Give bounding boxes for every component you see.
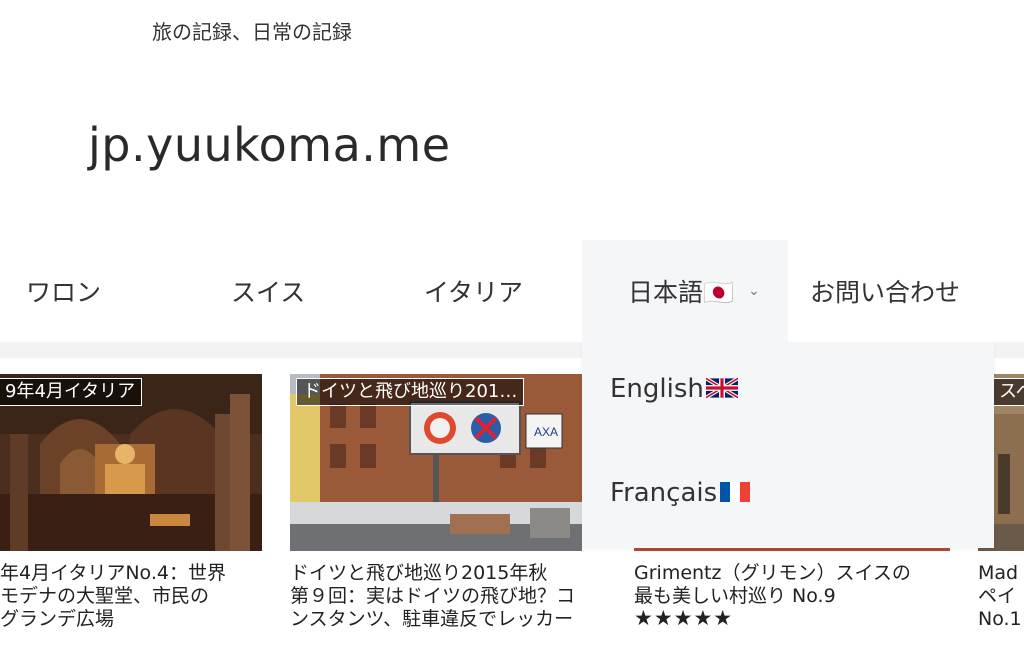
post-title-line: 年4月イタリアNo.4：世界 — [0, 562, 226, 584]
post-title-line: ペイ — [978, 585, 1017, 607]
post-title-line: ドイツと飛び地巡り2015年秋 — [290, 562, 548, 584]
post-title-line: No.1 — [978, 608, 1022, 630]
post-title-line: Grimentz（グリモン）スイスの — [634, 562, 911, 584]
nav-item-switzerland[interactable]: スイス — [231, 240, 305, 342]
uk-flag-icon — [704, 375, 739, 405]
nav-item-language[interactable]: 日本語🇯🇵 ⌄ — [582, 240, 788, 342]
post-thumbnail[interactable]: AXA ドイツと飛び地巡り201… — [290, 374, 582, 551]
nav-item-contact[interactable]: お問い合わせ — [810, 240, 960, 342]
post-title[interactable]: Grimentz（グリモン）スイスの 最も美しい村巡り No.9 — [634, 562, 950, 608]
post-title[interactable]: ドイツと飛び地巡り2015年秋 第９回：実はドイツの飛び地？コ ンスタンツ、駐車… — [290, 562, 606, 631]
post-title-line: モデナの大聖堂、市民の — [0, 585, 210, 607]
star-rating: ★★★★★ — [634, 606, 734, 630]
post-title-line: 最も美しい村巡り No.9 — [634, 585, 836, 607]
post-title-line: グランデ広場 — [0, 608, 115, 630]
language-dropdown: English Français — [582, 342, 994, 548]
category-badge[interactable]: スペ — [992, 378, 1024, 406]
post-title-line: ンスタンツ、駐車違反でレッカー — [290, 608, 574, 630]
post-title[interactable]: 年4月イタリアNo.4：世界 モデナの大聖堂、市民の グランデ広場 — [0, 562, 262, 631]
category-badge[interactable]: ドイツと飛び地巡り201… — [296, 378, 525, 406]
nav-item-wallonia[interactable]: ワロン — [26, 240, 101, 342]
site-tagline: 旅の記録、日常の記録 — [152, 20, 352, 44]
language-option-english[interactable]: English — [610, 374, 739, 405]
nav-item-italy[interactable]: イタリア — [424, 240, 523, 342]
chevron-down-icon: ⌄ — [748, 283, 760, 299]
france-flag-icon — [719, 479, 751, 509]
post-title-line: 第９回：実はドイツの飛び地？コ — [290, 585, 576, 607]
svg-text:AXA: AXA — [534, 425, 558, 439]
category-badge[interactable]: 9年4月イタリア — [0, 378, 143, 406]
language-option-label: Français — [610, 478, 718, 508]
site-title[interactable]: jp.yuukoma.me — [88, 118, 451, 172]
post-title-line: Mad — [978, 562, 1019, 584]
language-option-french[interactable]: Français — [610, 478, 751, 509]
nav-item-language-label: 日本語🇯🇵 — [628, 278, 735, 307]
main-nav: ワロン スイス イタリア 日本語🇯🇵 ⌄ お問い合わせ — [0, 240, 1024, 342]
language-option-label: English — [610, 374, 704, 404]
post-title[interactable]: Mad ペイ No.1 — [978, 562, 1024, 631]
post-thumbnail[interactable]: 9年4月イタリア — [0, 374, 262, 551]
